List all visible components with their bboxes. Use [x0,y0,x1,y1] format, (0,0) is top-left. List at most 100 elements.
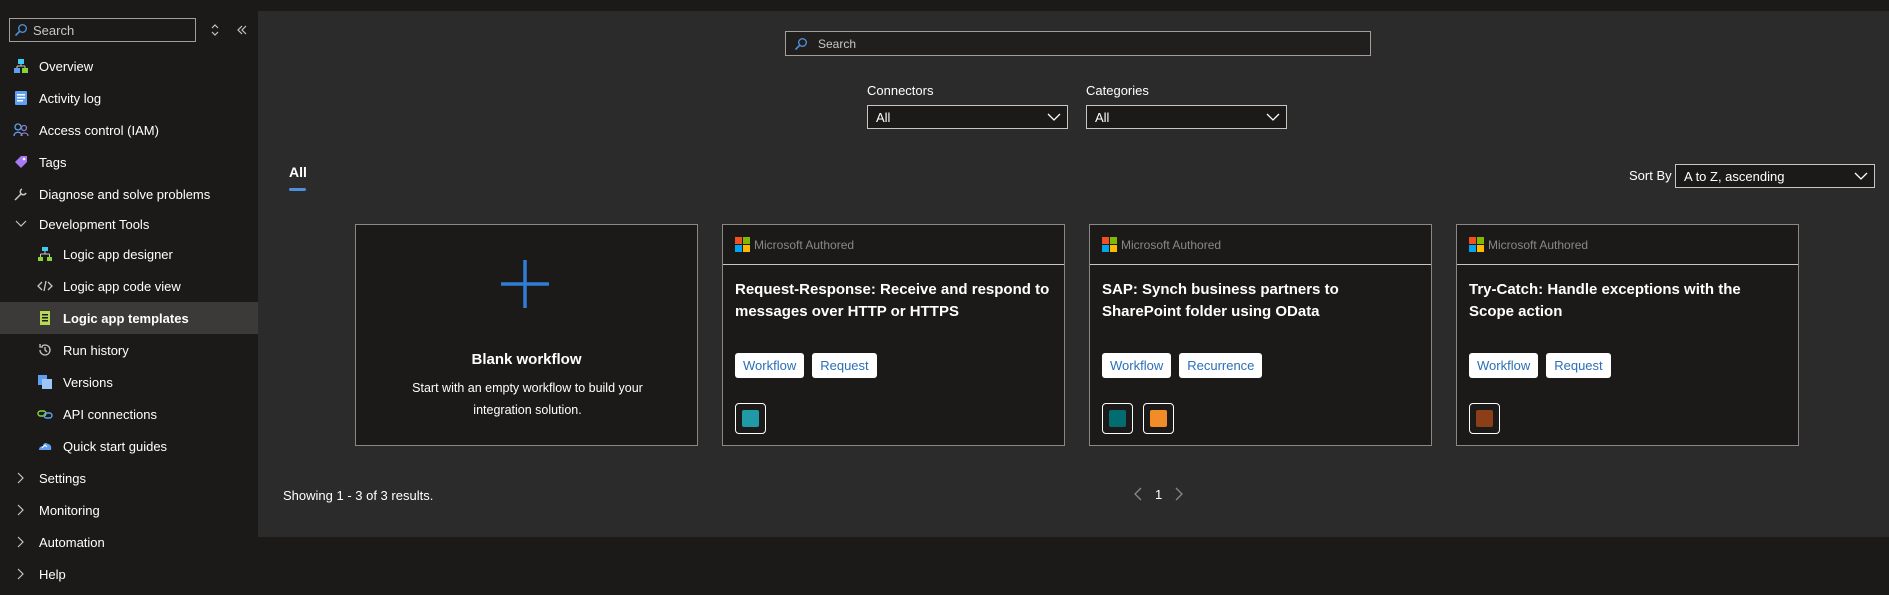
categories-value: All [1095,109,1110,125]
results-count: Showing 1 - 3 of 3 results. [283,488,434,503]
sort-value: A to Z, ascending [1684,168,1785,184]
card-tags: Workflow Recurrence [1102,353,1263,378]
sort-dropdown[interactable]: A to Z, ascending [1675,164,1875,188]
sidebar-item-label: Logic app templates [63,310,189,326]
blank-workflow-title: Blank workflow [471,351,582,368]
chevron-down-icon [1266,113,1280,121]
sidebar-item-logic-app-templates[interactable]: Logic app templates [0,302,258,334]
template-card[interactable]: Microsoft Authored Request-Response: Rec… [722,224,1065,446]
wrench-icon [12,185,30,203]
chevron-right-icon [14,504,28,516]
sidebar-search-placeholder: Search [33,22,75,38]
quick-start-icon [36,437,54,455]
template-search-input[interactable]: Search [785,31,1371,56]
microsoft-logo-icon [1102,237,1117,252]
sidebar-group-monitoring[interactable]: Monitoring [0,494,258,526]
card-badge: Microsoft Authored [754,237,855,252]
tag-workflow: Workflow [1469,353,1539,378]
sidebar-item-logic-app-code-view[interactable]: Logic app code view [0,270,258,302]
categories-label: Categories [1086,83,1149,98]
card-header: Microsoft Authored [723,225,1064,265]
expand-collapse-icon[interactable] [207,20,223,40]
sidebar-item-api-connections[interactable]: API connections [0,398,258,430]
card-connectors [735,403,766,434]
sidebar-item-diagnose[interactable]: Diagnose and solve problems [0,178,258,210]
sidebar-item-activity-log[interactable]: Activity log [0,82,258,114]
versions-icon [36,373,54,391]
sidebar-item-versions[interactable]: Versions [0,366,258,398]
collapse-sidebar-icon[interactable] [234,20,250,40]
chevron-right-icon [14,472,28,484]
page-number[interactable]: 1 [1155,487,1162,502]
sidebar-group-settings[interactable]: Settings [0,462,258,494]
sidebar-item-label: Overview [39,58,94,74]
sidebar-item-label: Diagnose and solve problems [39,186,211,202]
sharepoint-icon [1102,403,1133,434]
overview-icon [12,57,30,75]
tag-recurrence: Recurrence [1179,353,1263,378]
sidebar-item-label: Automation [39,534,105,550]
search-icon [794,37,807,50]
card-tags: Workflow Request [1469,353,1611,378]
tags-icon [12,153,30,171]
http-request-icon [735,403,766,434]
sidebar-nav: Overview Activity log Access control (IA… [0,50,258,590]
connectors-dropdown[interactable]: All [867,105,1068,129]
blank-workflow-card[interactable]: Blank workflow Start with an empty workf… [355,224,698,446]
code-icon [36,277,54,295]
plus-icon [501,260,549,308]
sidebar-item-label: Versions [63,374,113,390]
card-connectors [1469,403,1500,434]
tag-request: Request [1546,353,1611,378]
template-card[interactable]: Microsoft Authored SAP: Synch business p… [1089,224,1432,446]
tag-request: Request [812,353,877,378]
sidebar-item-label: Development Tools [39,216,150,232]
templates-panel: Search Connectors All Categories All All… [258,11,1889,537]
sidebar-item-run-history[interactable]: Run history [0,334,258,366]
sidebar-item-label: Help [39,566,66,582]
card-connectors [1102,403,1174,434]
sidebar-item-quick-start-guides[interactable]: Quick start guides [0,430,258,462]
tab-all-underline [289,188,306,191]
card-header: Microsoft Authored [1090,225,1431,265]
sidebar-group-help[interactable]: Help [0,558,258,590]
chevron-left-icon[interactable] [1131,486,1145,502]
sidebar-search-input[interactable]: Search [9,18,196,42]
card-title: Request-Response: Receive and respond to… [735,281,1050,320]
sidebar-item-access-control[interactable]: Access control (IAM) [0,114,258,146]
sidebar-item-tags[interactable]: Tags [0,146,258,178]
card-badge: Microsoft Authored [1121,237,1222,252]
template-search-placeholder: Search [818,36,857,51]
sidebar-group-automation[interactable]: Automation [0,526,258,558]
sidebar-item-label: Activity log [39,90,102,106]
sidebar-item-label: Settings [39,470,86,486]
chevron-down-icon [1854,172,1868,180]
sidebar-item-logic-app-designer[interactable]: Logic app designer [0,238,258,270]
chevron-down-icon [14,220,28,228]
sidebar-item-overview[interactable]: Overview [0,50,258,82]
access-control-icon [12,121,30,139]
chevron-down-icon [1047,113,1061,121]
card-header: Microsoft Authored [1457,225,1798,265]
card-badge: Microsoft Authored [1488,237,1589,252]
search-icon [14,24,27,37]
sidebar-item-label: Quick start guides [63,438,168,454]
tab-all[interactable]: All [289,164,307,180]
sidebar-group-development-tools[interactable]: Development Tools [0,210,258,238]
activity-log-icon [12,89,30,107]
chevron-right-icon[interactable] [1172,486,1186,502]
connectors-label: Connectors [867,83,934,98]
templates-icon [36,309,54,327]
microsoft-logo-icon [1469,237,1484,252]
api-connections-icon [36,405,54,423]
template-card[interactable]: Microsoft Authored Try-Catch: Handle exc… [1456,224,1799,446]
designer-icon [36,245,54,263]
sidebar-item-label: Logic app designer [63,246,173,262]
categories-dropdown[interactable]: All [1086,105,1287,129]
history-icon [36,341,54,359]
card-tags: Workflow Request [735,353,877,378]
chevron-right-icon [14,536,28,548]
sidebar: Search Overview Activity log Access cont… [0,0,258,595]
connectors-value: All [876,109,891,125]
sidebar-item-label: Monitoring [39,502,100,518]
